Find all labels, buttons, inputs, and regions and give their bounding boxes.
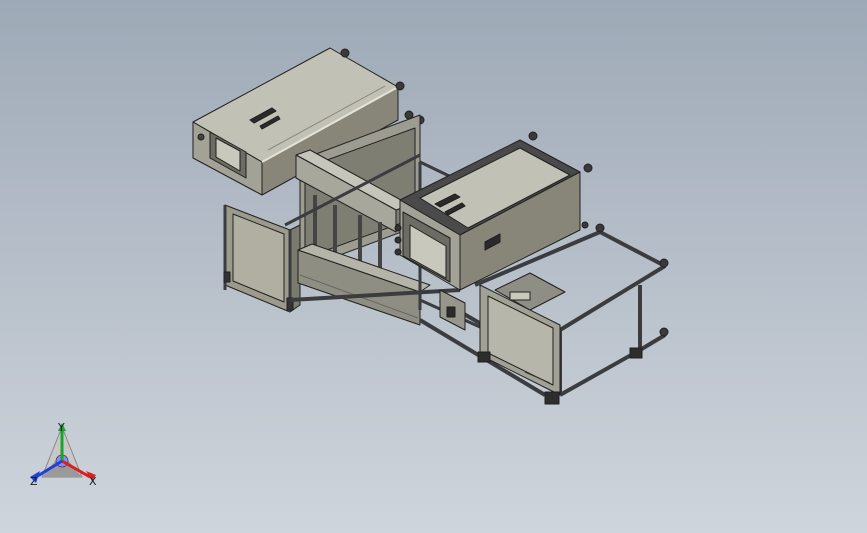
triad-label-y: Y bbox=[58, 421, 65, 434]
triad-label-x: X bbox=[89, 475, 97, 488]
3d-machine-model[interactable] bbox=[0, 0, 867, 533]
triad-label-z: Z bbox=[30, 475, 38, 488]
left-base-cabinet bbox=[223, 204, 301, 313]
graphics-viewport[interactable]: Y Z X bbox=[0, 0, 867, 533]
